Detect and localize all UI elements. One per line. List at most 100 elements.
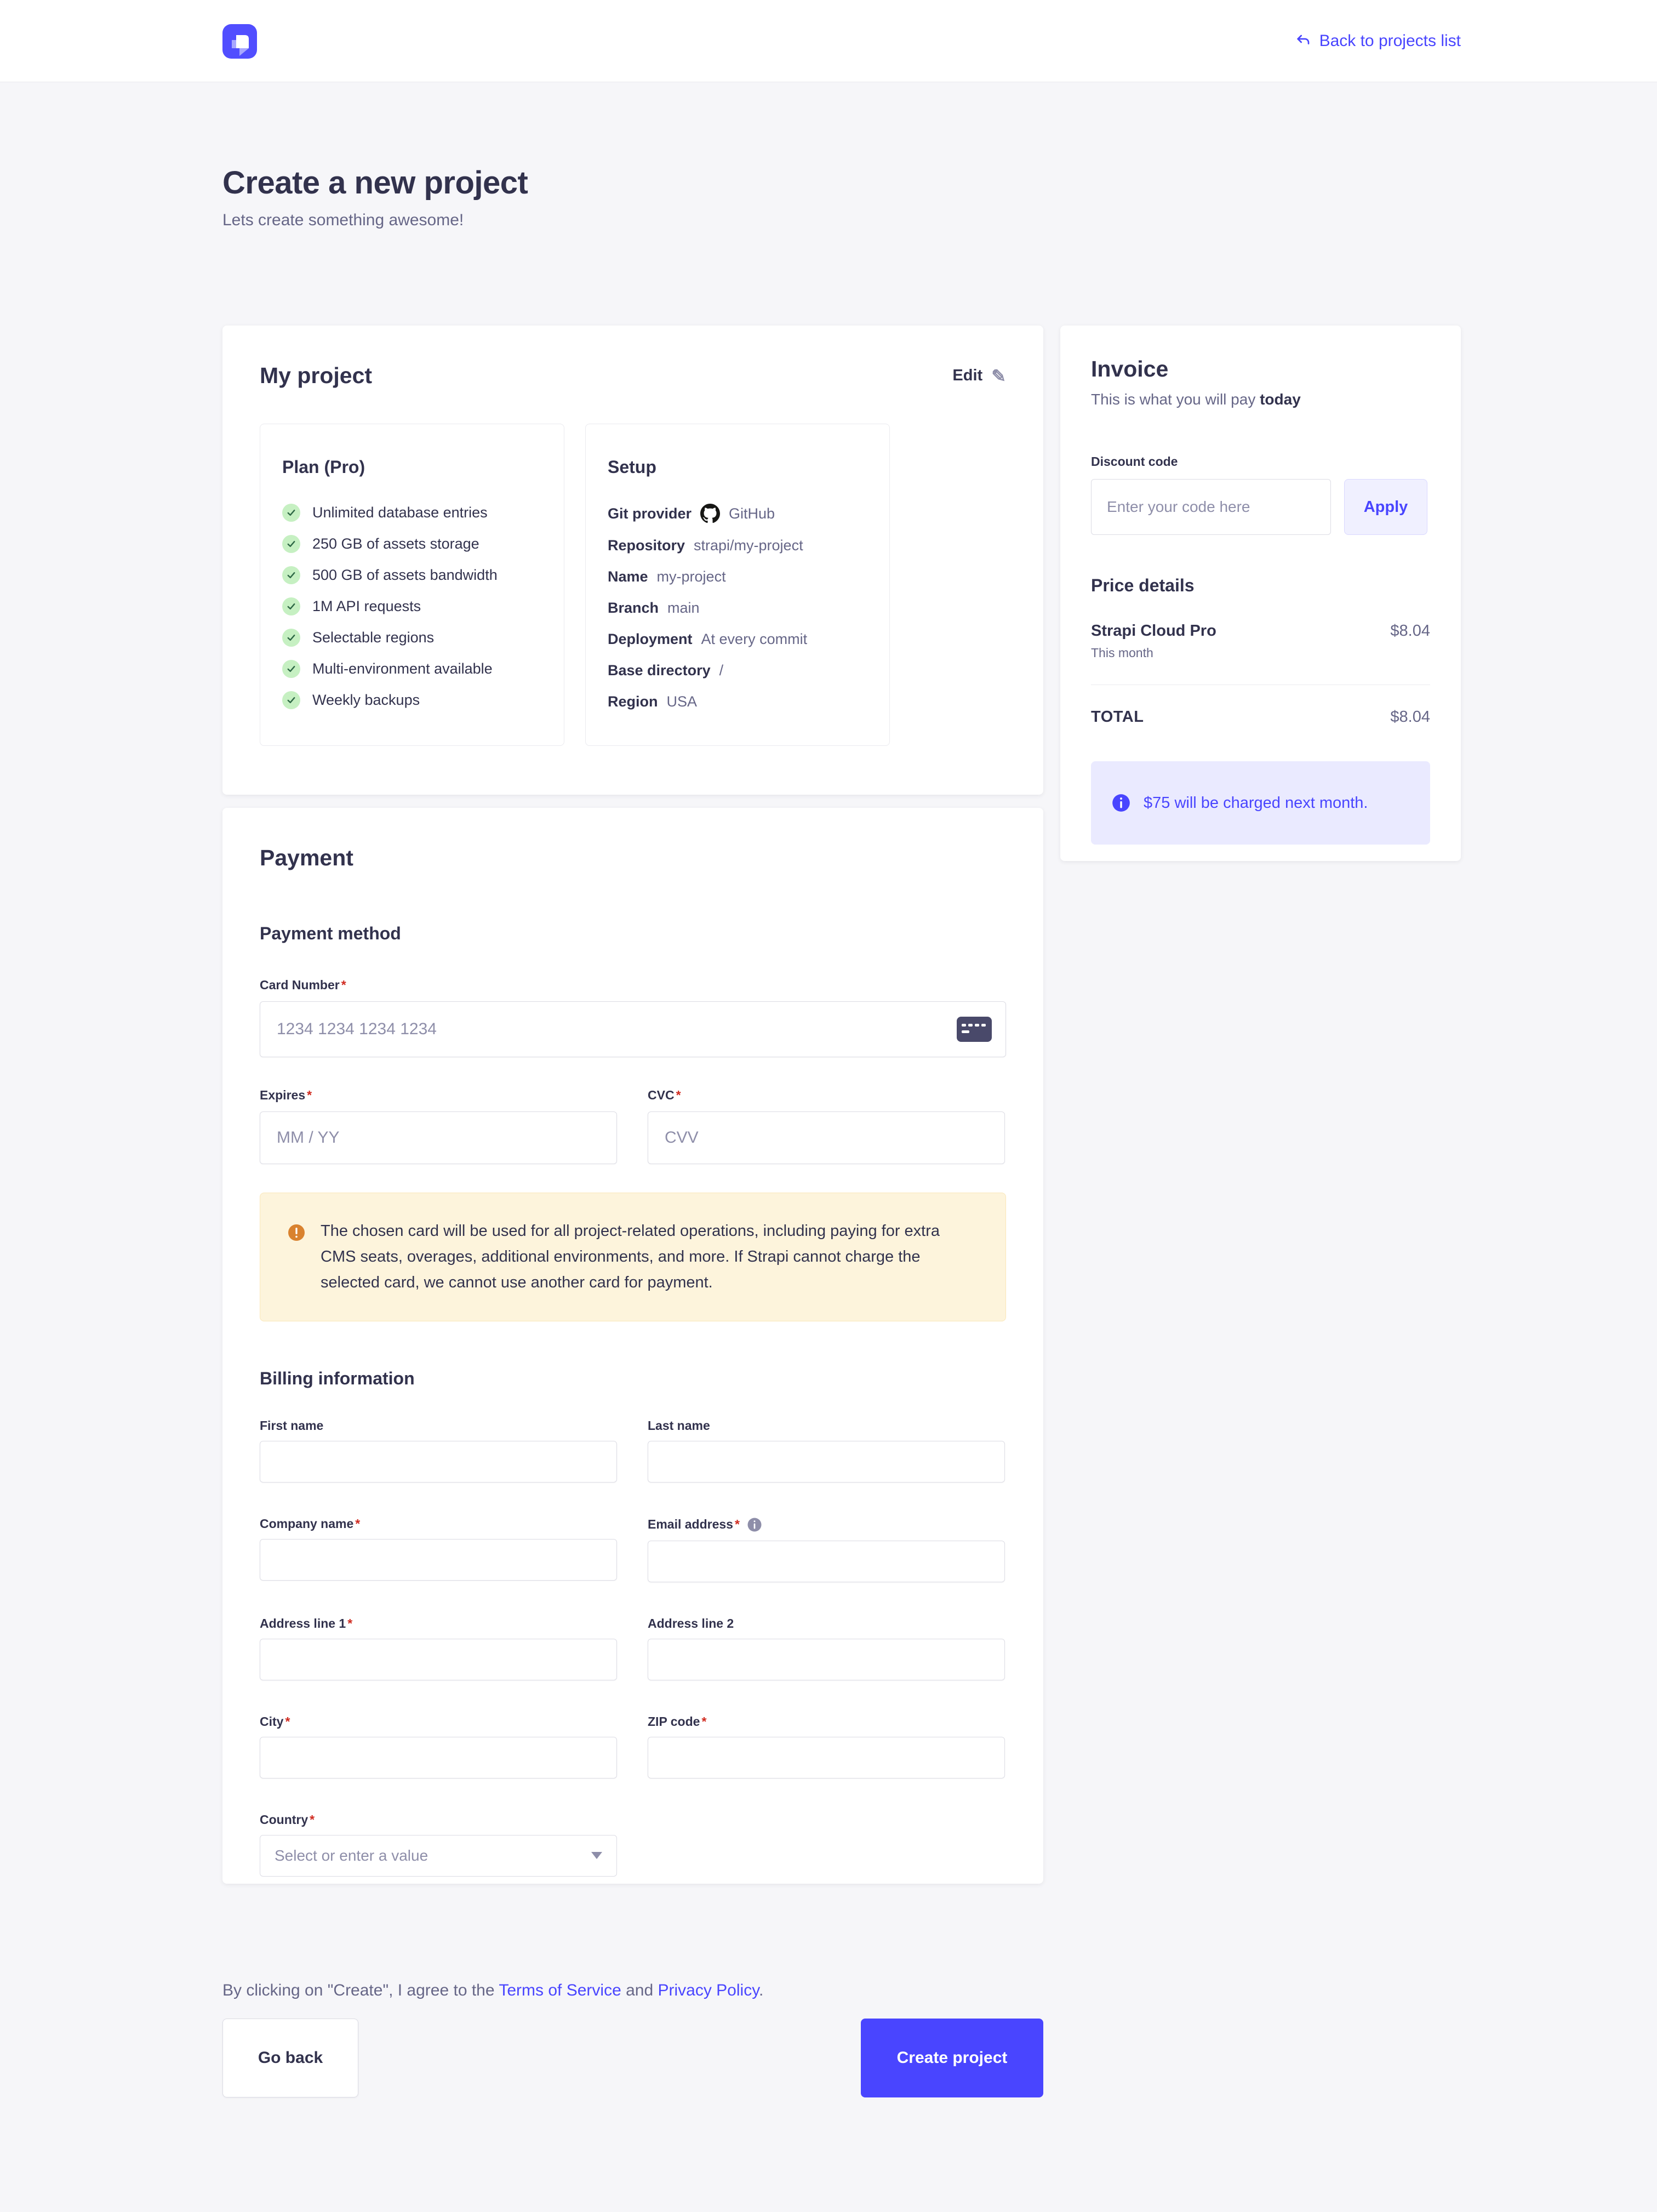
privacy-policy-link[interactable]: Privacy Policy	[658, 1981, 758, 1999]
back-to-projects-link[interactable]: Back to projects list	[1294, 0, 1461, 82]
info-icon	[746, 1517, 763, 1533]
country-select-placeholder: Select or enter a value	[275, 1847, 428, 1865]
plan-feature-label: Unlimited database entries	[312, 504, 488, 521]
setup-row-base-directory: Base directory /	[608, 662, 867, 680]
setup-row-name: Name my-project	[608, 568, 867, 586]
strapi-bolt-icon	[222, 24, 257, 59]
address-line-1-field: Address line 1*	[260, 1616, 617, 1680]
zip-code-input[interactable]	[648, 1737, 1005, 1778]
credit-card-icon	[957, 1017, 992, 1042]
top-navigation-bar: Back to projects list	[0, 0, 1657, 82]
plan-feature-label: 1M API requests	[312, 598, 421, 615]
plan-feature-row: Selectable regions	[282, 629, 542, 647]
setup-row-repository: Repository strapi/my-project	[608, 537, 867, 555]
plan-feature-label: 250 GB of assets storage	[312, 535, 479, 552]
last-name-input[interactable]	[648, 1441, 1005, 1483]
country-field: Country* Select or enter a value	[260, 1812, 617, 1877]
check-icon	[282, 535, 300, 553]
note-text: $75 will be charged next month.	[1144, 794, 1368, 812]
terms-of-service-link[interactable]: Terms of Service	[499, 1981, 621, 1999]
go-back-button[interactable]: Go back	[222, 2019, 358, 2097]
card-number-input[interactable]	[260, 1001, 1006, 1057]
plan-title: Plan (Pro)	[282, 457, 542, 477]
plan-feature-row: 1M API requests	[282, 597, 542, 615]
company-name-input[interactable]	[260, 1539, 617, 1581]
check-icon	[282, 660, 300, 678]
cvc-label: CVC*	[648, 1088, 1005, 1103]
invoice-subtitle: This is what you will pay today	[1091, 391, 1430, 408]
back-link-label: Back to projects list	[1319, 32, 1461, 50]
setup-row-region: Region USA	[608, 693, 867, 711]
agreement-text: By clicking on "Create", I agree to the …	[222, 1981, 763, 2000]
edit-project-button[interactable]: Edit ✎	[952, 366, 1006, 386]
total-label: TOTAL	[1091, 708, 1144, 726]
city-field: City*	[260, 1714, 617, 1778]
address-line-2-input[interactable]	[648, 1639, 1005, 1680]
email-address-field: Email address*	[648, 1517, 1005, 1582]
invoice-title: Invoice	[1091, 356, 1430, 382]
github-icon	[700, 504, 720, 523]
price-item-period: This month	[1091, 646, 1216, 660]
price-details-title: Price details	[1091, 575, 1430, 596]
price-item-name: Strapi Cloud Pro	[1091, 622, 1216, 640]
price-item-amount: $8.04	[1390, 622, 1430, 660]
country-select[interactable]: Select or enter a value	[260, 1835, 617, 1877]
plan-feature-row: 500 GB of assets bandwidth	[282, 566, 542, 584]
expires-input[interactable]	[260, 1111, 617, 1164]
project-summary-card: My project Edit ✎ Plan (Pro) Unlimited d…	[222, 326, 1043, 795]
expires-label: Expires*	[260, 1088, 617, 1103]
email-address-input[interactable]	[648, 1541, 1005, 1582]
pencil-icon: ✎	[991, 366, 1006, 386]
cvc-input[interactable]	[648, 1111, 1005, 1164]
check-icon	[282, 691, 300, 709]
return-arrow-icon	[1294, 32, 1312, 50]
page-header: Create a new project Lets create somethi…	[222, 164, 528, 230]
billing-information-title: Billing information	[260, 1369, 1006, 1389]
edit-label: Edit	[952, 367, 982, 385]
setup-title: Setup	[608, 457, 867, 477]
first-name-input[interactable]	[260, 1441, 617, 1483]
plan-feature-label: Multi-environment available	[312, 660, 493, 677]
card-usage-warning: The chosen card will be used for all pro…	[260, 1193, 1006, 1321]
address-line-2-field: Address line 2*	[648, 1616, 1005, 1680]
plan-summary-box: Plan (Pro) Unlimited database entries 25…	[260, 424, 564, 746]
payment-method-title: Payment method	[260, 923, 1006, 944]
city-input[interactable]	[260, 1737, 617, 1778]
setup-summary-box: Setup Git provider GitHub Repository str…	[585, 424, 890, 746]
company-name-field: Company name*	[260, 1517, 617, 1582]
last-name-field: Last name*	[648, 1418, 1005, 1483]
cvc-field: CVC*	[648, 1088, 1005, 1164]
chevron-down-icon	[591, 1852, 602, 1859]
plan-feature-label: Selectable regions	[312, 629, 434, 646]
strapi-cloud-logo[interactable]	[222, 24, 257, 59]
setup-row-deployment: Deployment At every commit	[608, 630, 867, 648]
zip-code-field: ZIP code*	[648, 1714, 1005, 1778]
apply-discount-button[interactable]: Apply	[1344, 479, 1427, 535]
page-subtitle: Lets create something awesome!	[222, 211, 528, 230]
setup-row-branch: Branch main	[608, 599, 867, 617]
warning-text: The chosen card will be used for all pro…	[321, 1218, 973, 1296]
next-month-charge-note: $75 will be charged next month.	[1091, 761, 1430, 845]
check-icon	[282, 566, 300, 584]
plan-feature-row: Weekly backups	[282, 691, 542, 709]
payment-title: Payment	[260, 845, 1006, 871]
setup-row-git-provider: Git provider GitHub	[608, 504, 867, 523]
plan-feature-row: 250 GB of assets storage	[282, 535, 542, 553]
create-project-button[interactable]: Create project	[861, 2019, 1043, 2097]
plan-feature-row: Multi-environment available	[282, 660, 542, 678]
plan-feature-row: Unlimited database entries	[282, 504, 542, 522]
payment-card: Payment Payment method Card Number* Expi…	[222, 808, 1043, 1884]
price-line-item: Strapi Cloud Pro This month $8.04	[1091, 622, 1430, 660]
first-name-field: First name*	[260, 1418, 617, 1483]
address-line-1-input[interactable]	[260, 1639, 617, 1680]
discount-code-label: Discount code	[1091, 454, 1430, 469]
card-number-label: Card Number*	[260, 978, 1006, 993]
expires-field: Expires*	[260, 1088, 617, 1164]
total-amount: $8.04	[1390, 708, 1430, 726]
plan-feature-label: 500 GB of assets bandwidth	[312, 567, 498, 584]
check-icon	[282, 504, 300, 522]
discount-code-input[interactable]	[1091, 479, 1331, 535]
invoice-panel: Invoice This is what you will pay today …	[1060, 326, 1461, 861]
warning-icon	[287, 1223, 306, 1242]
project-card-title: My project	[260, 363, 372, 389]
